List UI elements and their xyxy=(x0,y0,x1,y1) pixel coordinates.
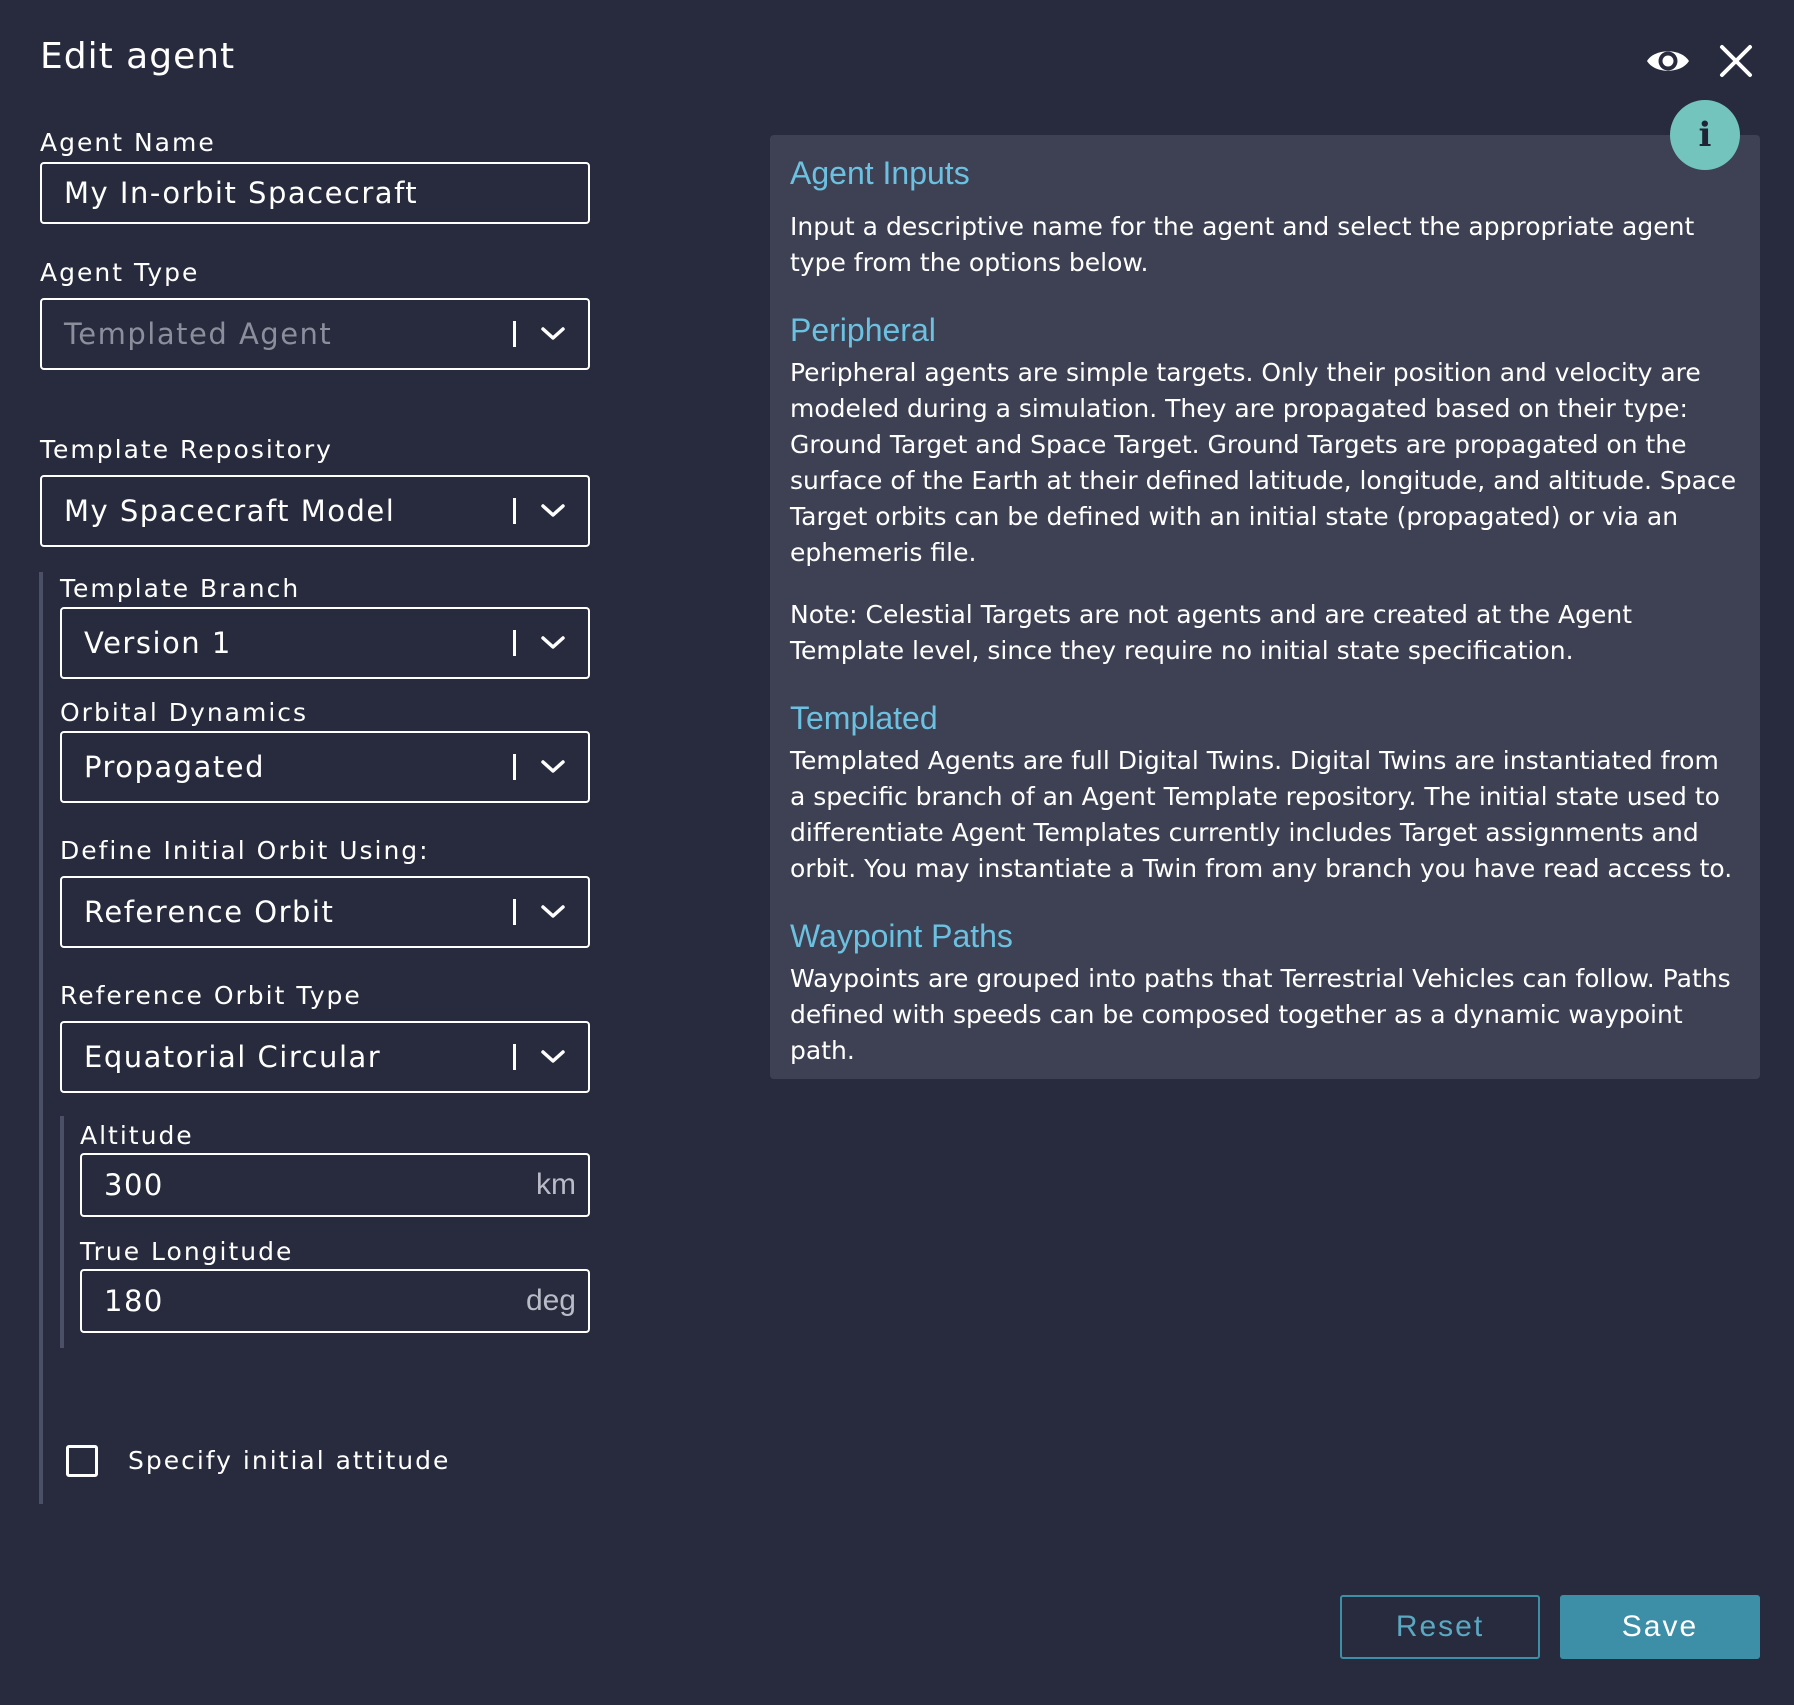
altitude-label: Altitude xyxy=(80,1121,194,1150)
altitude-input[interactable]: 300 km xyxy=(80,1153,590,1217)
chevron-down-icon[interactable] xyxy=(540,635,566,651)
info-panel: Agent Inputs Input a descriptive name fo… xyxy=(770,135,1760,1079)
dialog-title: Edit agent xyxy=(40,36,236,77)
orbital-dynamics-select[interactable]: Propagated xyxy=(60,731,590,803)
info-text-peripheral: Peripheral agents are simple targets. On… xyxy=(790,358,1737,567)
info-text-waypoint-paths: Waypoints are grouped into paths that Te… xyxy=(790,964,1731,1065)
agent-name-input[interactable]: My In-orbit Spacecraft xyxy=(40,162,590,224)
close-icon[interactable] xyxy=(1713,38,1759,84)
true-longitude-label: True Longitude xyxy=(80,1237,294,1266)
select-separator xyxy=(513,1044,516,1070)
nesting-line xyxy=(60,1116,64,1348)
info-text-templated: Templated Agents are full Digital Twins.… xyxy=(790,746,1733,883)
eye-icon[interactable] xyxy=(1645,38,1691,84)
info-heading-agent-inputs: Agent Inputs xyxy=(790,155,970,191)
altitude-value: 300 xyxy=(104,1168,164,1202)
agent-name-label: Agent Name xyxy=(40,128,216,157)
template-repository-select[interactable]: My Spacecraft Model xyxy=(40,475,590,547)
reference-orbit-type-value: Equatorial Circular xyxy=(84,1040,382,1074)
template-repository-value: My Spacecraft Model xyxy=(64,494,396,528)
info-heading-peripheral: Peripheral xyxy=(790,312,936,348)
true-longitude-unit: deg xyxy=(525,1284,576,1317)
define-initial-orbit-select[interactable]: Reference Orbit xyxy=(60,876,590,948)
chevron-down-icon[interactable] xyxy=(540,503,566,519)
info-text-agent-inputs: Input a descriptive name for the agent a… xyxy=(790,212,1695,277)
info-badge-glyph: i xyxy=(1698,115,1712,155)
agent-type-value: Templated Agent xyxy=(64,317,333,351)
select-separator xyxy=(513,630,516,656)
nesting-line xyxy=(39,572,43,1504)
info-heading-waypoint-paths: Waypoint Paths xyxy=(790,918,1013,954)
info-heading-templated: Templated xyxy=(790,700,938,736)
info-icon[interactable]: i xyxy=(1670,100,1740,170)
select-separator xyxy=(513,498,516,524)
chevron-down-icon[interactable] xyxy=(540,904,566,920)
define-initial-orbit-value: Reference Orbit xyxy=(84,895,335,929)
agent-type-select[interactable]: Templated Agent xyxy=(40,298,590,370)
specify-initial-attitude-label[interactable]: Specify initial attitude xyxy=(128,1446,450,1475)
save-button[interactable]: Save xyxy=(1560,1595,1760,1659)
true-longitude-value: 180 xyxy=(104,1284,164,1318)
true-longitude-input[interactable]: 180 deg xyxy=(80,1269,590,1333)
template-repository-label: Template Repository xyxy=(40,435,333,464)
altitude-unit: km xyxy=(536,1168,576,1201)
reference-orbit-type-label: Reference Orbit Type xyxy=(60,981,362,1010)
template-branch-select[interactable]: Version 1 xyxy=(60,607,590,679)
select-separator xyxy=(513,754,516,780)
specify-initial-attitude-checkbox[interactable] xyxy=(66,1445,98,1477)
chevron-down-icon[interactable] xyxy=(540,326,566,342)
agent-type-label: Agent Type xyxy=(40,258,200,287)
reset-button[interactable]: Reset xyxy=(1340,1595,1540,1659)
chevron-down-icon[interactable] xyxy=(540,759,566,775)
agent-name-value: My In-orbit Spacecraft xyxy=(64,176,419,210)
select-separator xyxy=(513,321,516,347)
template-branch-value: Version 1 xyxy=(84,626,232,660)
reference-orbit-type-select[interactable]: Equatorial Circular xyxy=(60,1021,590,1093)
info-text-peripheral-note: Note: Celestial Targets are not agents a… xyxy=(790,600,1633,665)
select-separator xyxy=(513,899,516,925)
define-initial-orbit-label: Define Initial Orbit Using: xyxy=(60,836,430,865)
chevron-down-icon[interactable] xyxy=(540,1049,566,1065)
template-branch-label: Template Branch xyxy=(60,574,301,603)
orbital-dynamics-value: Propagated xyxy=(84,750,265,784)
orbital-dynamics-label: Orbital Dynamics xyxy=(60,698,309,727)
